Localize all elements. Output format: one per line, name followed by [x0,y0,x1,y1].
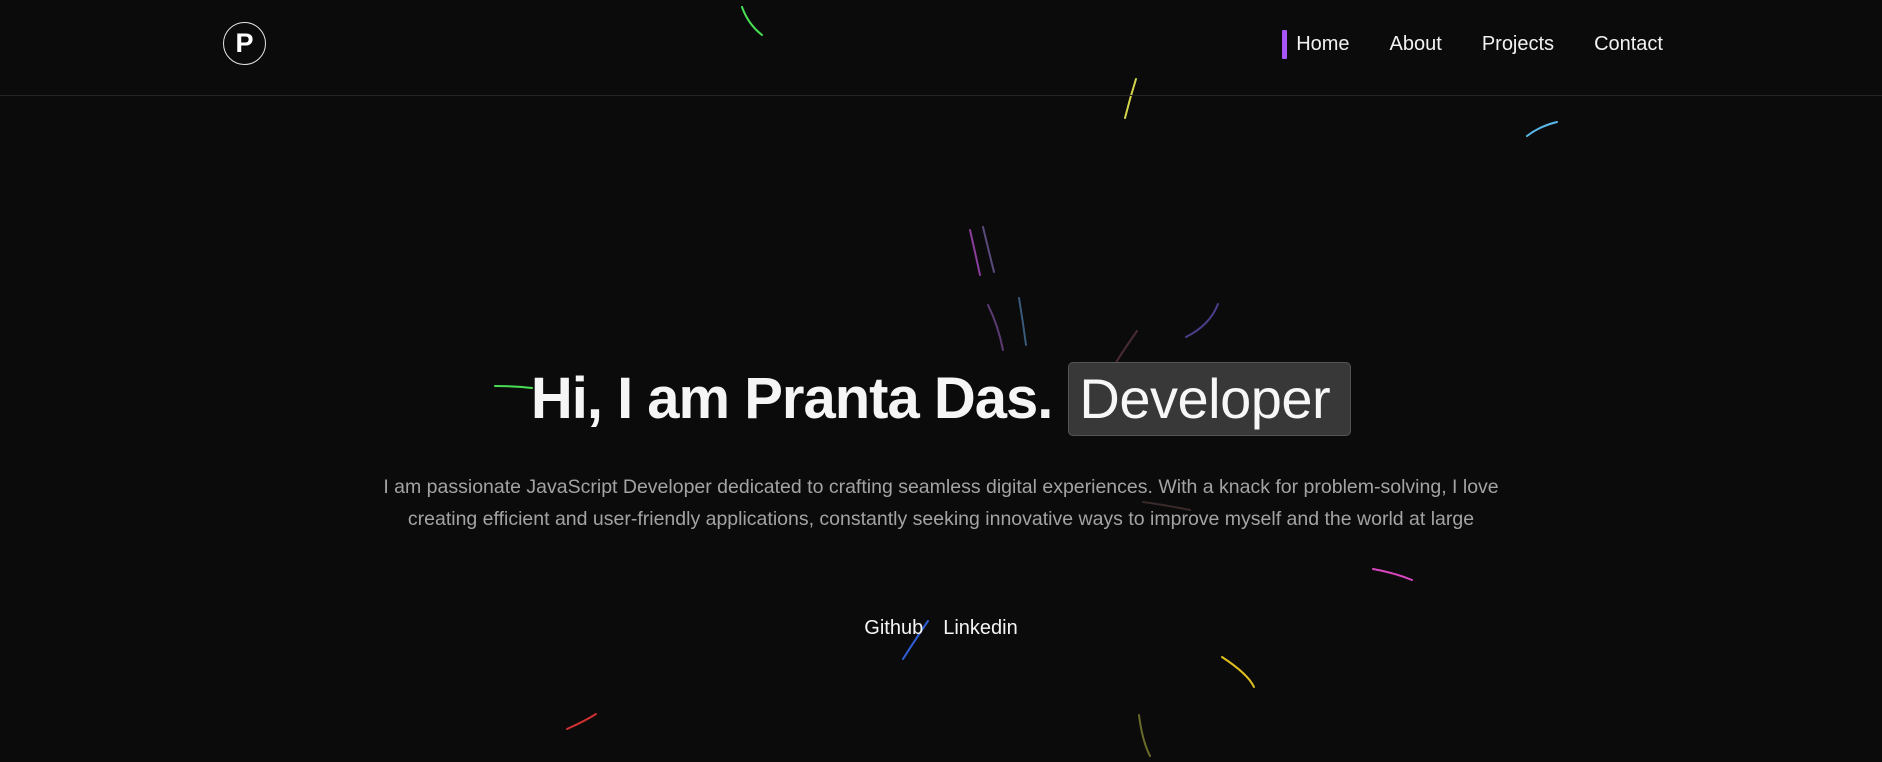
hero-heading: Hi, I am Pranta Das. Developer [0,362,1882,436]
social-links: Github Linkedin [0,617,1882,640]
streak [1185,303,1219,338]
nav-item-home[interactable]: Home [1282,29,1350,59]
logo-letter: P [235,28,254,58]
streak [1221,656,1255,688]
streak [1138,714,1151,757]
hero-description: I am passionate JavaScript Developer ded… [383,476,1499,530]
linkedin-link[interactable]: Linkedin [943,617,1018,640]
nav-item-projects[interactable]: Projects [1482,29,1554,59]
nav-item-contact[interactable]: Contact [1594,29,1663,59]
streak [1114,330,1138,365]
logo[interactable]: P [223,22,266,65]
streak [969,229,981,276]
streak [566,713,597,730]
role-highlight: Developer [1068,362,1352,436]
streak [1372,568,1413,581]
streak [1018,297,1027,346]
streak [1526,121,1558,137]
streak [982,226,995,273]
main-nav: Home About Projects Contact [1282,29,1663,59]
page: P Home About Projects Contact Hi, I am P… [0,0,1882,762]
github-link[interactable]: Github [864,617,923,640]
site-header: P Home About Projects Contact [0,0,1882,96]
nav-item-about[interactable]: About [1390,29,1442,59]
streak [987,304,1004,351]
hero-title: Hi, I am Pranta Das. [530,366,1054,431]
